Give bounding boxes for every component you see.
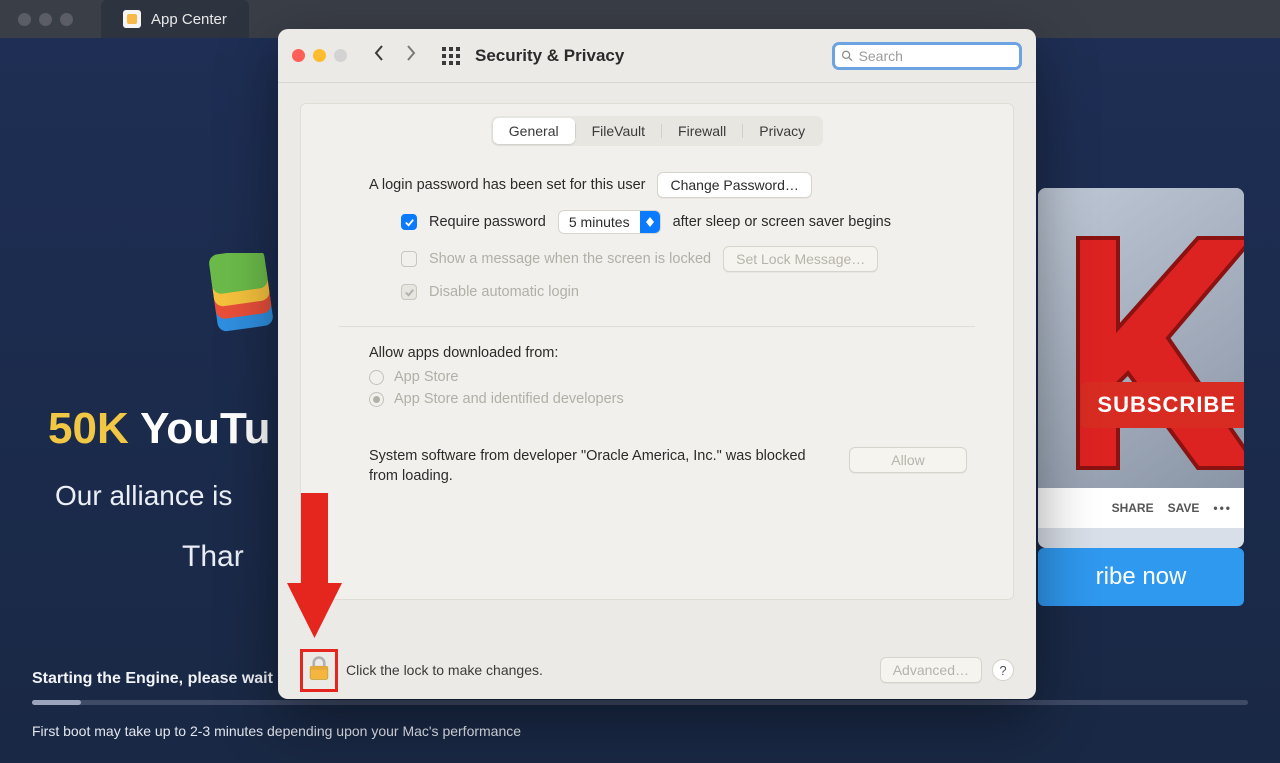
tab-firewall[interactable]: Firewall [662, 118, 742, 144]
video-card: SUBSCRIBE SHARE SAVE ••• [1038, 188, 1244, 548]
bg-min-dot [39, 13, 52, 26]
lock-highlight-box [300, 649, 338, 692]
prefs-panel: General FileVault Firewall Privacy A log… [300, 103, 1014, 600]
search-field-wrap[interactable] [832, 42, 1022, 70]
window-close-button[interactable] [292, 49, 305, 62]
allow-apps-label: Allow apps downloaded from: [369, 345, 975, 361]
nav-arrows [365, 43, 425, 69]
radio-app-store [369, 370, 384, 385]
advanced-button[interactable]: Advanced… [880, 657, 982, 683]
background-subheadline-2: Thar [182, 540, 244, 574]
allow-apps-section: Allow apps downloaded from: App Store Ap… [301, 327, 1013, 407]
radio-identified-developers-label: App Store and identified developers [394, 391, 624, 407]
radio-app-store-label: App Store [394, 369, 459, 385]
engine-progress-fill [32, 700, 81, 705]
change-password-button[interactable]: Change Password… [657, 172, 811, 198]
prefs-title: Security & Privacy [475, 46, 624, 66]
background-traffic-lights [18, 13, 73, 26]
set-lock-message-button: Set Lock Message… [723, 246, 878, 272]
more-button[interactable]: ••• [1213, 501, 1232, 515]
require-password-checkbox[interactable] [401, 214, 417, 230]
engine-progress-bar [32, 700, 1248, 705]
disable-auto-login-checkbox [401, 284, 417, 300]
lock-text: Click the lock to make changes. [346, 662, 543, 678]
login-password-text: A login password has been set for this u… [369, 177, 645, 193]
bluestacks-logo-icon [198, 253, 288, 343]
search-input[interactable] [859, 48, 1013, 64]
window-zoom-button[interactable] [334, 49, 347, 62]
tab-label: App Center [151, 11, 227, 28]
share-button[interactable]: SHARE [1112, 501, 1154, 515]
engine-status-text: Starting the Engine, please wait [32, 670, 273, 688]
show-all-button[interactable] [437, 43, 465, 69]
headline-accent: 50K [48, 404, 129, 453]
video-actions: SHARE SAVE ••• [1038, 488, 1244, 528]
require-password-label: Require password [429, 214, 546, 230]
tab-filevault[interactable]: FileVault [576, 118, 661, 144]
bg-max-dot [60, 13, 73, 26]
window-traffic-lights [292, 49, 347, 62]
require-password-delay-select[interactable]: 5 minutes [558, 210, 661, 234]
search-icon [841, 49, 854, 63]
prefs-toolbar: Security & Privacy [278, 29, 1036, 83]
app-center-icon [123, 10, 141, 28]
tab-privacy[interactable]: Privacy [743, 118, 821, 144]
letter-k-graphic [1058, 218, 1244, 478]
general-section: A login password has been set for this u… [301, 146, 1013, 300]
radio-identified-developers [369, 392, 384, 407]
video-thumbnail: SUBSCRIBE [1038, 188, 1244, 488]
system-preferences-window: Security & Privacy General FileVault Fir… [278, 29, 1036, 699]
require-password-delay-value: 5 minutes [559, 214, 640, 230]
tab-bar: General FileVault Firewall Privacy [301, 104, 1013, 146]
nav-back-button[interactable] [365, 43, 393, 69]
save-button[interactable]: SAVE [1168, 501, 1200, 515]
tab-general[interactable]: General [493, 118, 575, 144]
allow-button[interactable]: Allow [849, 447, 967, 473]
blocked-software-row: System software from developer "Oracle A… [301, 413, 1013, 486]
show-message-label: Show a message when the screen is locked [429, 251, 711, 267]
window-minimize-button[interactable] [313, 49, 326, 62]
prefs-footer: Click the lock to make changes. Advanced… [278, 641, 1036, 699]
show-message-checkbox [401, 251, 417, 267]
engine-hint-text: First boot may take up to 2-3 minutes de… [32, 723, 521, 739]
select-stepper-icon [640, 211, 660, 233]
background-headline: 50K YouTu [48, 404, 270, 454]
disable-auto-login-label: Disable automatic login [429, 284, 579, 300]
help-button[interactable]: ? [992, 659, 1014, 681]
background-subheadline: Our alliance is [55, 480, 232, 512]
bg-close-dot [18, 13, 31, 26]
subscribe-badge[interactable]: SUBSCRIBE [1081, 382, 1244, 428]
grid-icon [442, 47, 460, 65]
lock-icon[interactable] [305, 654, 333, 682]
require-password-after-label: after sleep or screen saver begins [673, 214, 891, 230]
blocked-software-text: System software from developer "Oracle A… [369, 447, 831, 486]
tab-app-center[interactable]: App Center [101, 0, 249, 38]
subscribe-now-button[interactable]: ribe now [1038, 548, 1244, 606]
headline-rest: YouTu [129, 404, 271, 453]
nav-forward-button[interactable] [397, 43, 425, 69]
